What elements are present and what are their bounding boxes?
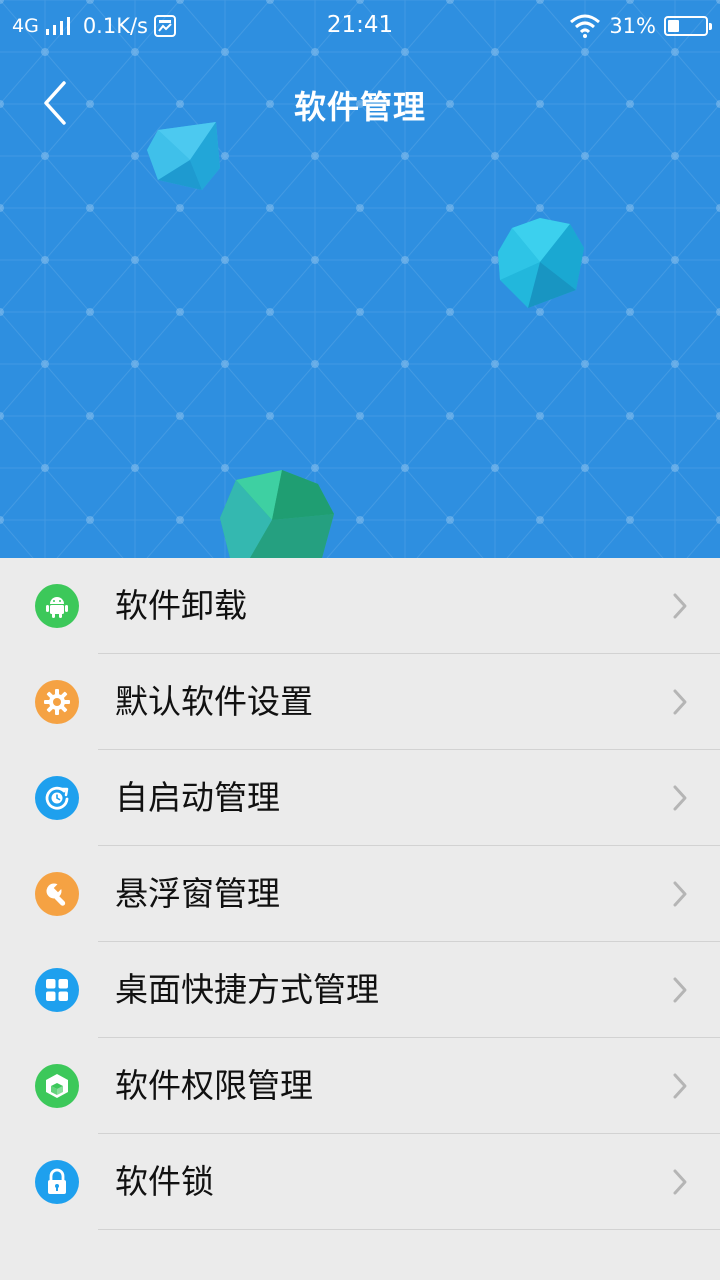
page-title: 软件管理 [293,88,426,126]
menu-item-label: 默认软件设置 [115,682,313,721]
menu-item-label: 软件权限管理 [115,1066,313,1105]
menu-item-permissions[interactable]: 软件权限管理 [0,1038,720,1134]
cube-icon [35,1064,79,1108]
menu-list: 软件卸载 默认软件设置 自启动管理 悬浮窗管理 桌面快捷方式管理 软件权限管理 … [0,558,720,1230]
header-banner: 4G 0.1K/s 21:41 31% 软件管理 [0,0,720,558]
menu-item-uninstall[interactable]: 软件卸载 [0,558,720,654]
chevron-right-icon [673,785,687,811]
menu-item-label: 自启动管理 [115,778,280,817]
lock-icon [35,1160,79,1204]
status-right: 31% [569,12,712,40]
chevron-right-icon [673,1073,687,1099]
wifi-icon [570,14,601,38]
menu-item-label: 桌面快捷方式管理 [115,970,379,1009]
divider [98,1229,720,1230]
menu-item-default-apps[interactable]: 默认软件设置 [0,654,720,750]
gear-icon [35,680,79,724]
chevron-right-icon [673,689,687,715]
wrench-icon [35,872,79,916]
menu-item-shortcuts[interactable]: 桌面快捷方式管理 [0,942,720,1038]
battery-percent: 31% [609,14,656,38]
menu-item-label: 悬浮窗管理 [115,874,280,913]
menu-item-floating-window[interactable]: 悬浮窗管理 [0,846,720,942]
chevron-right-icon [673,977,687,1003]
chevron-right-icon [673,881,687,907]
battery-level [668,20,679,32]
software-management-screen: 4G 0.1K/s 21:41 31% 软件管理 软件卸载 默认软件设置 自启动… [0,0,720,1280]
menu-item-label: 软件卸载 [115,586,247,625]
chevron-right-icon [673,1169,687,1195]
menu-item-autostart[interactable]: 自启动管理 [0,750,720,846]
android-icon [35,584,79,628]
menu-item-label: 软件锁 [115,1162,214,1201]
title-bar: 软件管理 [0,70,720,136]
grid-icon [35,968,79,1012]
startup-icon [35,776,79,820]
battery-icon [664,16,712,36]
status-bar: 4G 0.1K/s 21:41 31% [0,0,720,50]
menu-item-app-lock[interactable]: 软件锁 [0,1134,720,1230]
chevron-right-icon [673,593,687,619]
